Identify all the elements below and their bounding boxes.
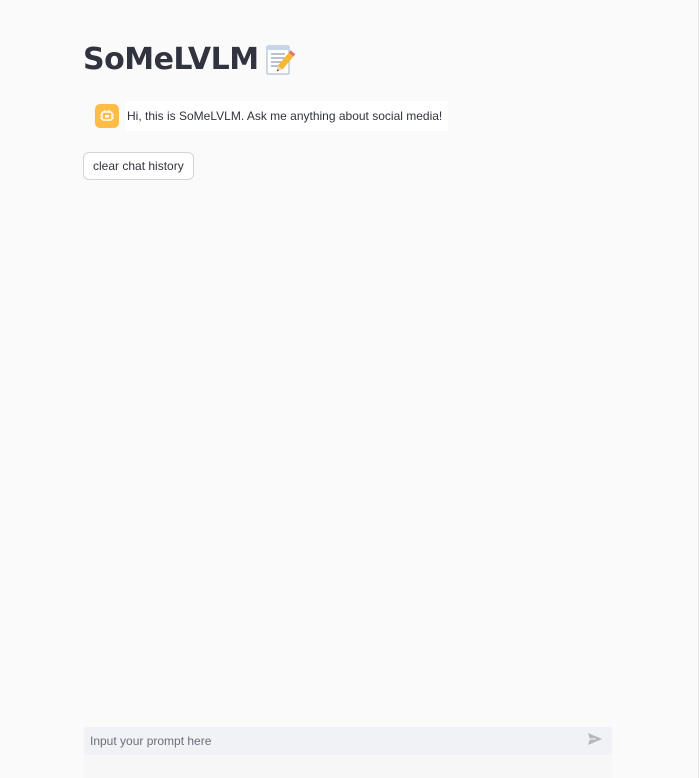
header: SoMeLVLM bbox=[83, 38, 296, 82]
page-title: SoMeLVLM bbox=[83, 42, 259, 77]
memo-icon bbox=[262, 43, 296, 77]
robot-icon bbox=[95, 104, 119, 128]
app-window: SoMeLVLM Hi, this is SoMeLVLM. Ask me an… bbox=[0, 0, 699, 778]
chat-message-text: Hi, this is SoMeLVLM. Ask me anything ab… bbox=[125, 101, 449, 131]
chat-message: Hi, this is SoMeLVLM. Ask me anything ab… bbox=[90, 101, 449, 131]
clear-chat-history-button[interactable]: clear chat history bbox=[83, 152, 194, 180]
send-icon bbox=[587, 731, 603, 752]
bottom-padding bbox=[84, 755, 612, 778]
prompt-input[interactable] bbox=[84, 728, 582, 754]
send-button[interactable] bbox=[582, 728, 608, 754]
main-content: SoMeLVLM Hi, this is SoMeLVLM. Ask me an… bbox=[0, 0, 698, 778]
prompt-input-bar bbox=[84, 727, 612, 755]
